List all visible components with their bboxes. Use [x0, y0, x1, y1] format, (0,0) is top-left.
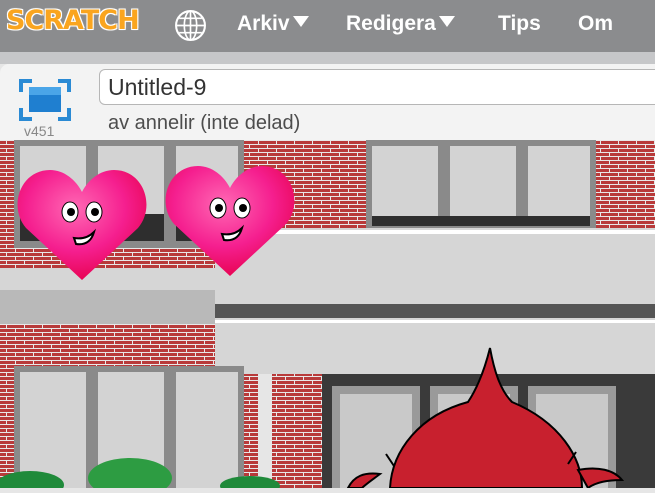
menu-redigera[interactable]: Redigera: [346, 12, 455, 36]
menu-bar: SCRATCH Arkiv Redigera Tips Om: [0, 0, 655, 52]
menu-arkiv[interactable]: Arkiv: [237, 12, 309, 36]
entrance-canopy: [215, 228, 655, 374]
menu-redigera-label: Redigera: [346, 12, 436, 35]
caret-down-icon: [292, 16, 309, 27]
ledge: [0, 290, 220, 324]
globe-icon[interactable]: [174, 9, 207, 42]
project-byline: av annelir (inte delad): [108, 112, 301, 134]
ledge: [0, 268, 220, 290]
project-title-input[interactable]: [99, 69, 655, 105]
menu-arkiv-label: Arkiv: [237, 12, 290, 35]
project-header: v451 av annelir (inte delad): [0, 64, 655, 140]
version-label: v451: [24, 123, 55, 139]
caret-down-icon: [438, 16, 455, 27]
menu-om[interactable]: Om: [578, 12, 613, 36]
header-strip: [0, 52, 655, 64]
stage[interactable]: [0, 140, 655, 493]
scratch-logo[interactable]: SCRATCH: [6, 5, 140, 36]
menu-tips[interactable]: Tips: [498, 12, 541, 36]
stage-canvas[interactable]: [0, 140, 655, 493]
fullscreen-icon[interactable]: [18, 78, 72, 122]
